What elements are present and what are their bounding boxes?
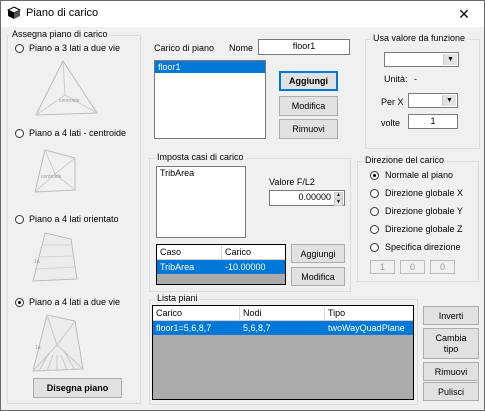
- direction-x-input[interactable]: 1: [370, 260, 395, 274]
- cell-plane-nodes: 5,6,8,7: [243, 323, 271, 333]
- load-cases-legend: Imposta casi di carico: [155, 152, 246, 162]
- close-button[interactable]: ✕: [444, 1, 484, 27]
- preview-3-sides-diagram: centroide: [35, 59, 98, 116]
- radio-4-sides-oriented-label: Piano a 4 lati orientato: [29, 214, 119, 224]
- per-x-label: Per X: [381, 97, 404, 107]
- radio-normal-plane[interactable]: [370, 171, 379, 180]
- plane-list-table-header: Carico Nodi Tipo: [153, 306, 413, 321]
- load-case-list-item[interactable]: TribArea: [160, 168, 242, 178]
- direction-z-input[interactable]: 0: [430, 260, 455, 274]
- title-bar: Piano di carico ✕: [1, 1, 484, 27]
- radio-global-y-label: Direzione globale Y: [385, 206, 463, 216]
- radio-global-x-label: Direzione globale X: [385, 188, 464, 198]
- edit-case-button[interactable]: Modifica: [291, 267, 345, 286]
- times-input[interactable]: 1: [408, 114, 458, 129]
- edit-plane-button[interactable]: Modifica: [279, 96, 338, 116]
- preview-axis-text-1: 1a: [34, 259, 40, 265]
- value-spinner[interactable]: ▲ ▼: [334, 192, 343, 206]
- chevron-down-icon: ▼: [442, 95, 456, 106]
- value-fl2-label: Valore F/L2: [269, 177, 315, 187]
- radio-specify-direction[interactable]: [370, 243, 379, 252]
- load-case-table-header: Caso Carico: [157, 245, 285, 260]
- col-header-type[interactable]: Tipo: [325, 306, 413, 320]
- radio-global-y[interactable]: [370, 207, 379, 216]
- times-label: volte: [381, 118, 401, 128]
- value-fl2-text: 0.00000: [298, 192, 331, 202]
- function-combo-value: [385, 53, 388, 63]
- load-case-table[interactable]: Caso Carico TribArea -10.00000: [156, 244, 286, 285]
- col-header-nodes[interactable]: Nodi: [240, 306, 325, 320]
- radio-4-sides-centroid[interactable]: [15, 129, 24, 138]
- clear-list-button[interactable]: Pulisci: [423, 382, 479, 401]
- radio-3-sides-two-way[interactable]: [15, 44, 24, 53]
- col-header-load-plane[interactable]: Carico: [153, 306, 240, 320]
- table-row[interactable]: floor1=5,6,8,7 5,6,8,7 twoWayQuadPlane: [153, 321, 413, 335]
- plane-list-legend: Lista piani: [155, 293, 200, 303]
- remove-list-button[interactable]: Rimuovi: [423, 362, 479, 381]
- radio-normal-plane-label: Normale al piano: [385, 170, 454, 180]
- preview-4-sides-two-way-diagram: 1a: [32, 314, 84, 372]
- plane-list-table[interactable]: Carico Nodi Tipo floor1=5,6,8,7 5,6,8,7 …: [152, 305, 414, 400]
- cell-load: -10.00000: [225, 262, 266, 272]
- function-value-legend: Usa valore da funzione: [371, 33, 468, 43]
- add-case-button[interactable]: Aggiungi: [291, 244, 345, 263]
- load-plane-label: Carico di piano: [154, 43, 215, 53]
- dialog-window: Piano di carico ✕ Assegna piano di caric…: [0, 0, 485, 411]
- radio-4-sides-oriented[interactable]: [15, 215, 24, 224]
- add-plane-button[interactable]: Aggiungi: [279, 71, 338, 91]
- load-direction-legend: Direzione del carico: [363, 155, 447, 165]
- radio-global-z[interactable]: [370, 225, 379, 234]
- table-row[interactable]: TribArea -10.00000: [157, 260, 285, 274]
- change-type-line1: Cambia: [435, 332, 467, 343]
- preview-centroid-text-1: centroide: [59, 98, 80, 104]
- units-label: Unità:: [384, 74, 408, 84]
- cell-case: TribArea: [160, 262, 195, 272]
- preview-centroid-text-2: centroide: [41, 174, 62, 180]
- preview-4-sides-centroid-diagram: centroide: [34, 149, 76, 193]
- name-label: Nome: [229, 43, 254, 53]
- radio-3-sides-two-way-label: Piano a 3 lati a due vie: [29, 43, 121, 53]
- preview-axis-text-2: 1a: [35, 345, 41, 351]
- radio-specify-direction-label: Specifica direzione: [385, 242, 461, 252]
- change-type-line2: tipo: [443, 343, 459, 354]
- chevron-down-icon: ▼: [443, 54, 457, 65]
- load-plane-list-item[interactable]: floor1: [155, 61, 265, 73]
- load-plane-listbox[interactable]: floor1: [154, 60, 266, 139]
- radio-global-x[interactable]: [370, 189, 379, 198]
- radio-global-z-label: Direzione globale Z: [385, 224, 463, 234]
- draw-plane-button[interactable]: Disegna piano: [33, 378, 122, 398]
- plane-name-input[interactable]: floor1: [258, 39, 350, 55]
- per-x-combo-value: [409, 94, 412, 104]
- cell-plane-type: twoWayQuadPlane: [328, 323, 405, 333]
- units-value: -: [414, 74, 417, 84]
- radio-4-sides-two-way-label: Piano a 4 lati a due vie: [29, 297, 121, 307]
- window-title: Piano di carico: [26, 7, 99, 19]
- remove-plane-button[interactable]: Rimuovi: [279, 119, 338, 139]
- direction-y-input[interactable]: 0: [400, 260, 425, 274]
- load-case-listbox[interactable]: TribArea: [156, 166, 246, 238]
- radio-4-sides-centroid-label: Piano a 4 lati - centroide: [29, 128, 127, 138]
- radio-4-sides-two-way[interactable]: [15, 298, 24, 307]
- col-header-load[interactable]: Carico: [222, 245, 285, 259]
- assign-plane-legend: Assegna piano di carico: [10, 29, 110, 39]
- app-cube-icon: [7, 6, 21, 19]
- per-x-combo[interactable]: ▼: [408, 93, 458, 108]
- col-header-case[interactable]: Caso: [157, 245, 222, 259]
- invert-button[interactable]: Inverti: [423, 306, 479, 325]
- function-combo[interactable]: ▼: [384, 52, 459, 67]
- preview-4-sides-oriented-diagram: 1a: [32, 232, 78, 282]
- change-type-button[interactable]: Cambia tipo: [423, 328, 479, 359]
- value-fl2-input[interactable]: 0.00000 ▲ ▼: [269, 190, 345, 206]
- cell-plane-load: floor1=5,6,8,7: [156, 323, 212, 333]
